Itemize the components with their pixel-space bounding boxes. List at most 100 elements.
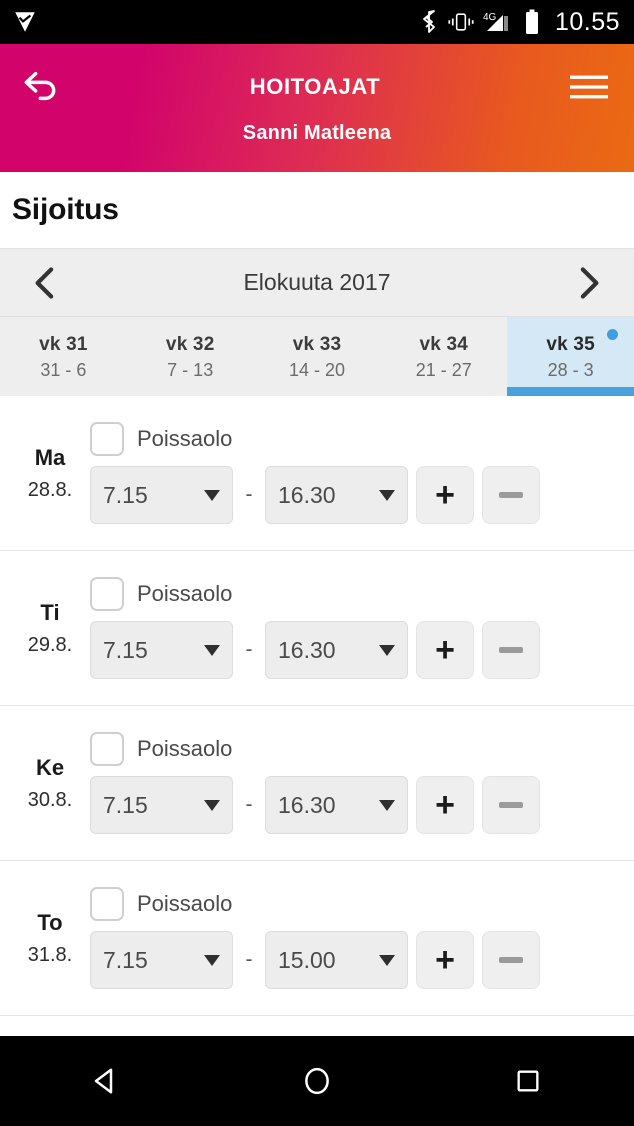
android-nav-bar <box>0 1036 634 1126</box>
android-back-icon[interactable] <box>61 1036 151 1126</box>
day-label-column: To 31.8. <box>10 910 90 967</box>
end-time-select[interactable]: 15.00 <box>265 931 408 989</box>
start-time-select[interactable]: 7.15 <box>90 776 233 834</box>
time-range-separator: - <box>245 483 253 506</box>
app-screen: 4G 10.55 HOITOAJAT Sanni Matleena Sijoit… <box>0 0 634 1126</box>
add-time-range-button[interactable]: + <box>416 621 474 679</box>
minus-icon <box>499 647 523 653</box>
week-tab-number: vk 31 <box>39 334 88 355</box>
absence-label: Poissaolo <box>137 736 233 761</box>
week-tab-bar: vk 31 31 - 6 vk 32 7 - 13 vk 33 14 - 20 vk 34 2… <box>0 316 634 396</box>
remove-time-range-button[interactable] <box>482 621 540 679</box>
day-fields: Poissaolo 7.15 - 16.30 + <box>90 422 624 524</box>
add-time-range-button[interactable]: + <box>416 931 474 989</box>
plus-icon: + <box>435 786 455 824</box>
bluetooth-icon <box>419 10 439 34</box>
day-label-column: Ti 29.8. <box>10 600 90 657</box>
day-fields: Poissaolo 7.15 - 16.30 + <box>90 732 624 834</box>
chevron-right-icon[interactable] <box>566 260 612 306</box>
absence-label: Poissaolo <box>137 891 233 916</box>
time-range-row: 7.15 - 15.00 + <box>90 931 624 989</box>
status-bar: 4G 10.55 <box>0 0 634 44</box>
remove-time-range-button[interactable] <box>482 466 540 524</box>
time-range-separator: - <box>245 948 253 971</box>
absence-row: Poissaolo <box>90 887 624 921</box>
svg-text:4G: 4G <box>483 12 497 23</box>
day-date: 30.8. <box>27 788 73 811</box>
android-home-icon[interactable] <box>272 1036 362 1126</box>
chevron-down-icon <box>204 489 220 501</box>
app-bar-top-row: HOITOAJAT <box>0 48 634 126</box>
child-name-label: Sanni Matleena <box>242 122 392 144</box>
day-date: 28.8. <box>27 478 73 501</box>
week-tab-range: 28 - 3 <box>547 360 594 380</box>
time-range-row: 7.15 - 16.30 + <box>90 776 624 834</box>
day-label-column: Ma 28.8. <box>10 445 90 502</box>
plus-icon: + <box>435 476 455 514</box>
end-time-value: 15.00 <box>278 946 336 973</box>
week-tab-active-underline <box>507 387 634 396</box>
week-tab-range: 21 - 27 <box>415 360 472 380</box>
day-name: Ma <box>34 444 66 470</box>
week-tab-number: vk 35 <box>546 334 595 355</box>
absence-checkbox[interactable] <box>90 422 124 456</box>
remove-time-range-button[interactable] <box>482 776 540 834</box>
add-time-range-button[interactable]: + <box>416 466 474 524</box>
absence-label: Poissaolo <box>137 581 233 606</box>
day-fields: Poissaolo 7.15 - 16.30 + <box>90 577 624 679</box>
section-title: Sijoitus <box>12 193 119 226</box>
absence-row: Poissaolo <box>90 422 624 456</box>
vibrate-icon <box>448 11 474 33</box>
start-time-select[interactable]: 7.15 <box>90 621 233 679</box>
start-time-select[interactable]: 7.15 <box>90 931 233 989</box>
end-time-select[interactable]: 16.30 <box>265 621 408 679</box>
remove-time-range-button[interactable] <box>482 931 540 989</box>
start-time-select[interactable]: 7.15 <box>90 466 233 524</box>
week-tab-range: 7 - 13 <box>167 360 214 380</box>
chevron-down-icon <box>379 644 395 656</box>
status-bar-left <box>12 9 38 35</box>
chevron-down-icon <box>204 954 220 966</box>
day-date: 29.8. <box>27 633 73 656</box>
4g-signal-icon: 4G <box>483 10 515 34</box>
time-range-separator: - <box>245 793 253 816</box>
end-time-select[interactable]: 16.30 <box>265 466 408 524</box>
absence-label: Poissaolo <box>137 426 233 451</box>
week-tab-range: 14 - 20 <box>288 360 346 380</box>
back-arrow-icon[interactable] <box>18 64 64 110</box>
day-name: Ke <box>35 754 65 780</box>
minus-icon <box>499 492 523 498</box>
day-name: To <box>37 909 63 935</box>
page-title: HOITOAJAT <box>249 74 381 99</box>
week-tab-vk-35[interactable]: vk 35 28 - 3 <box>507 317 634 396</box>
absence-checkbox[interactable] <box>90 577 124 611</box>
start-time-value: 7.15 <box>103 946 148 973</box>
end-time-value: 16.30 <box>278 791 336 818</box>
week-tab-vk-33[interactable]: vk 33 14 - 20 <box>254 317 381 396</box>
app-bar: HOITOAJAT Sanni Matleena <box>0 44 634 172</box>
absence-row: Poissaolo <box>90 732 624 766</box>
week-tab-vk-31[interactable]: vk 31 31 - 6 <box>0 317 127 396</box>
week-tab-vk-32[interactable]: vk 32 7 - 13 <box>127 317 254 396</box>
hamburger-menu-icon[interactable] <box>566 64 612 110</box>
add-time-range-button[interactable]: + <box>416 776 474 834</box>
absence-checkbox[interactable] <box>90 732 124 766</box>
day-date: 31.8. <box>27 943 73 966</box>
android-recents-icon[interactable] <box>483 1036 573 1126</box>
day-row: Ma 28.8. Poissaolo 7.15 - 16.30 + <box>0 396 634 551</box>
month-label: Elokuuta 2017 <box>243 269 391 295</box>
week-tab-vk-34[interactable]: vk 34 21 - 27 <box>380 317 507 396</box>
end-time-select[interactable]: 16.30 <box>265 776 408 834</box>
end-time-value: 16.30 <box>278 481 336 508</box>
absence-checkbox[interactable] <box>90 887 124 921</box>
week-tab-badge-dot <box>606 329 618 340</box>
chevron-down-icon <box>379 489 395 501</box>
time-range-separator: - <box>245 638 253 661</box>
week-tab-number: vk 32 <box>165 334 215 355</box>
day-row: Ti 29.8. Poissaolo 7.15 - 16.30 + <box>0 551 634 706</box>
checkmark-app-icon <box>12 9 38 35</box>
chevron-left-icon[interactable] <box>22 260 68 306</box>
end-time-value: 16.30 <box>278 636 336 663</box>
status-bar-right: 4G 10.55 <box>419 8 620 37</box>
day-list: Ma 28.8. Poissaolo 7.15 - 16.30 + Ti 29.8. Poissa… <box>0 396 634 1036</box>
